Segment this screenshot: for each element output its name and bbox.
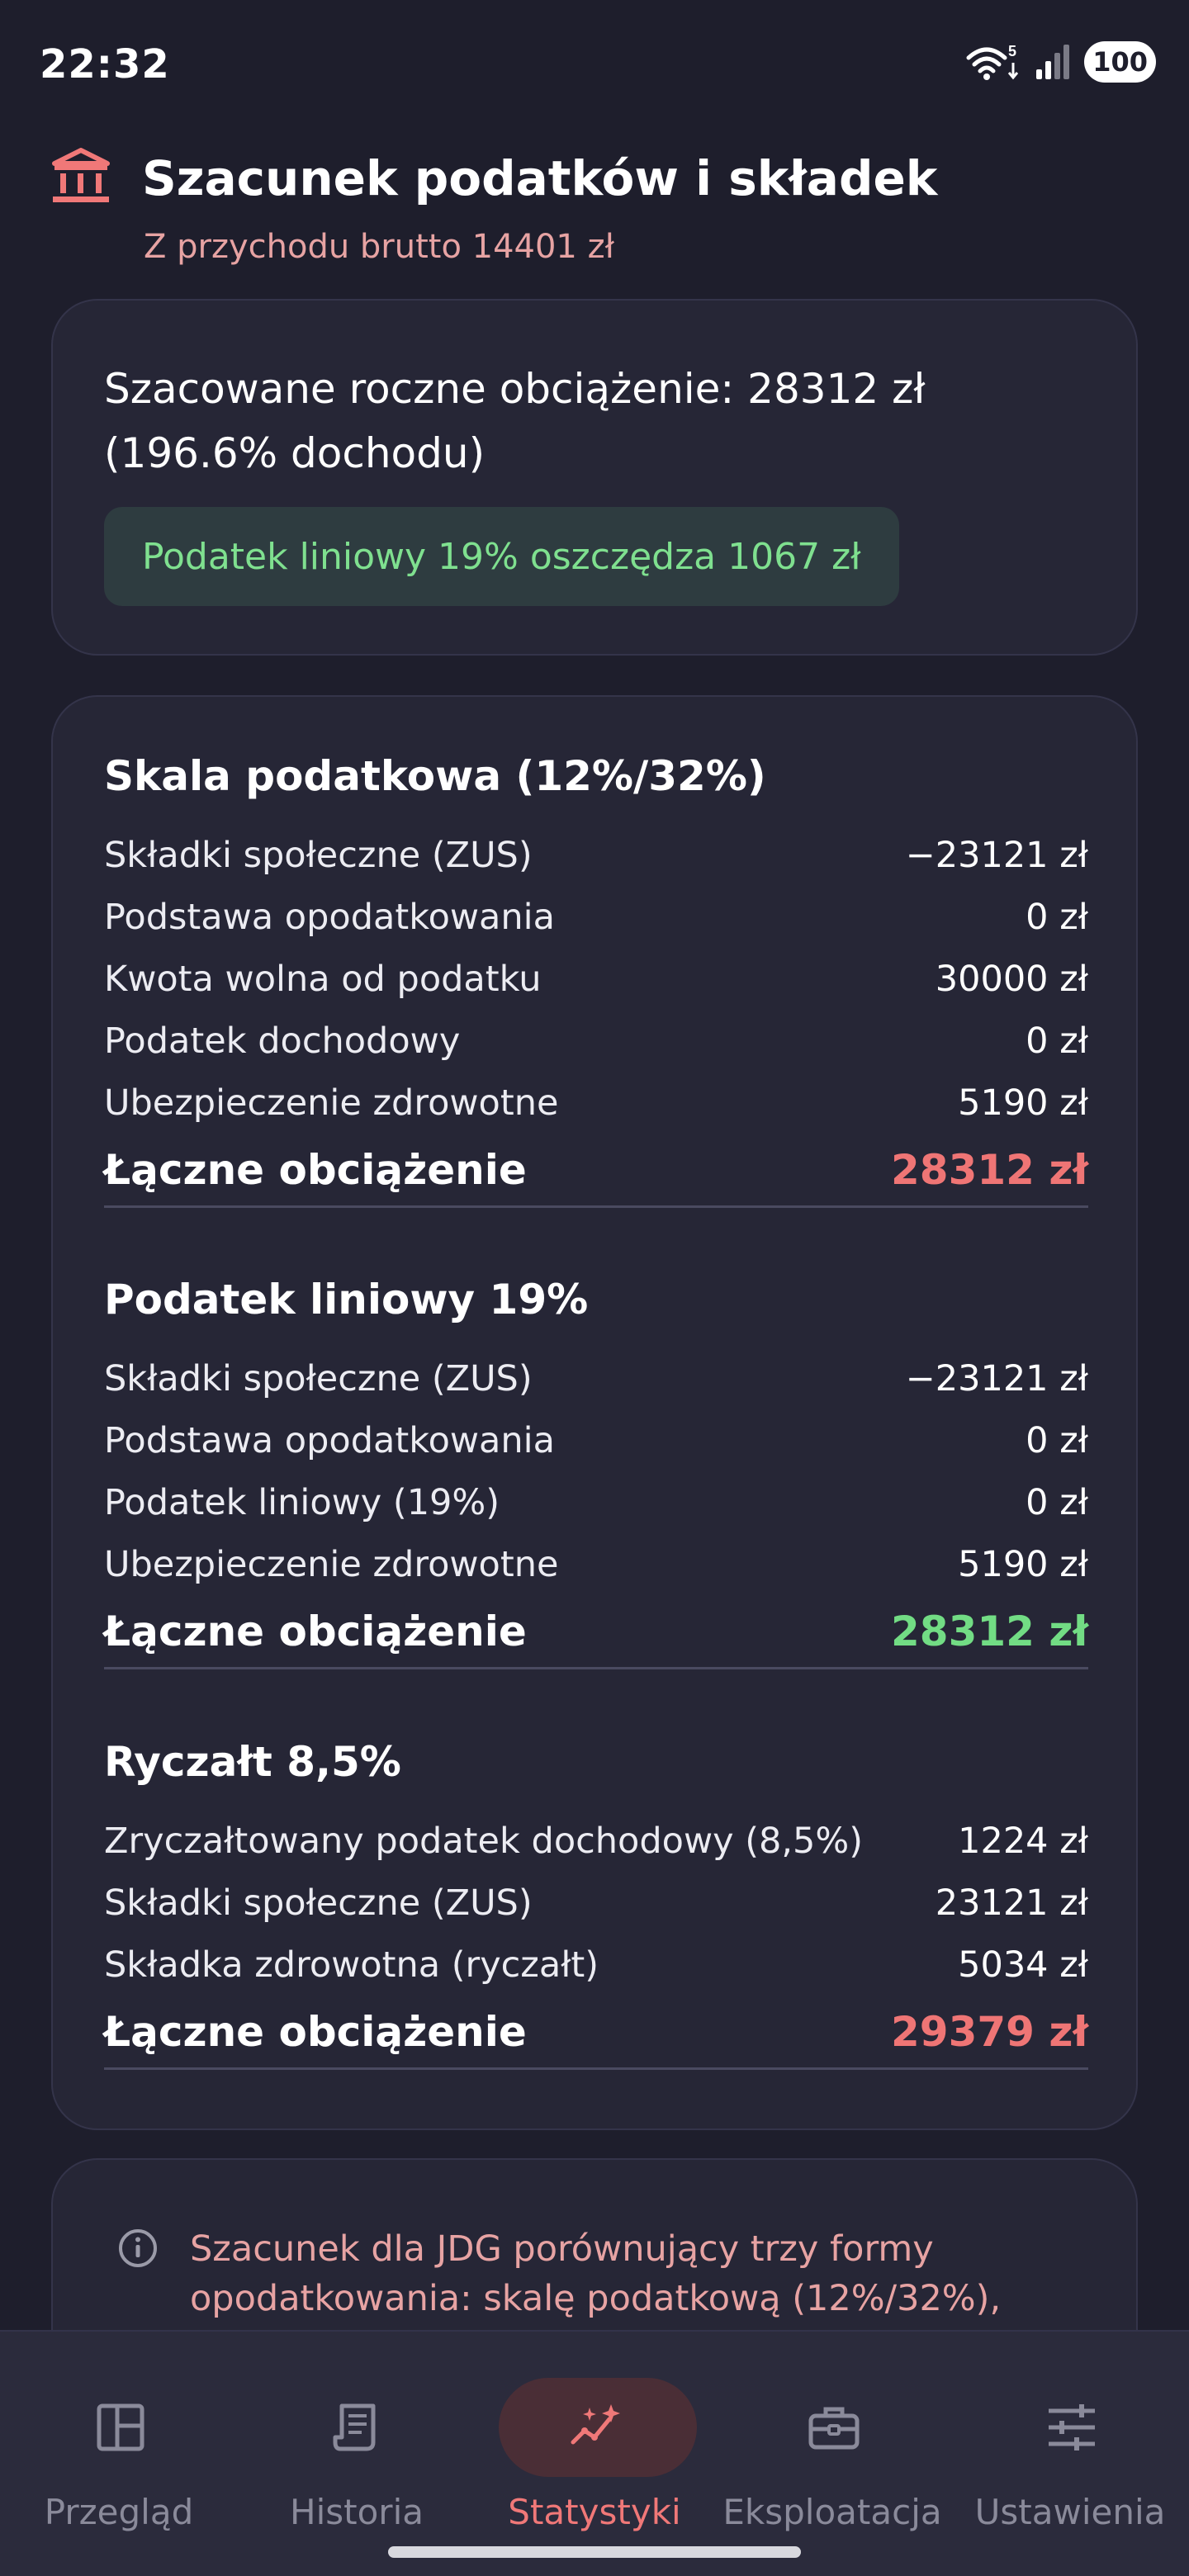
dashboard-icon — [97, 2403, 144, 2451]
row-value: 0 zł — [1026, 1481, 1088, 1523]
total-value: 28312 zł — [890, 1607, 1088, 1655]
nav-item-historia[interactable]: Historia — [238, 2355, 476, 2536]
total-label: Łączne obciążenie — [104, 1607, 527, 1655]
row-value: 0 zł — [1026, 1419, 1088, 1461]
row-value: 23121 zł — [935, 1882, 1088, 1924]
row-label: Podstawa opodatkowania — [104, 896, 555, 938]
row-value: 5190 zł — [958, 1082, 1088, 1124]
sparkle-chart-icon — [571, 2404, 620, 2445]
total-value: 28312 zł — [890, 1145, 1088, 1194]
table-row: Ubezpieczenie zdrowotne 5190 zł — [104, 1533, 1088, 1595]
savings-text: Podatek liniowy 19% oszczędza 1067 zł — [142, 535, 861, 578]
row-label: Podatek liniowy (19%) — [104, 1481, 500, 1523]
table-row: Składki społeczne (ZUS) −23121 zł — [104, 1347, 1088, 1409]
total-row: Łączne obciążenie 29379 zł — [104, 1996, 1088, 2070]
table-row: Kwota wolna od podatku 30000 zł — [104, 948, 1088, 1010]
total-row: Łączne obciążenie 28312 zł — [104, 1595, 1088, 1669]
nav-label: Ustawienia — [974, 2492, 1166, 2532]
table-row: Podatek liniowy (19%) 0 zł — [104, 1471, 1088, 1533]
annual-burden-text: Szacowane roczne obciążenie: 28312 zł (1… — [104, 365, 926, 477]
section-tax-scale: Skala podatkowa (12%/32%) Składki społec… — [104, 735, 1088, 1208]
section-flat-tax: Podatek liniowy 19% Składki społeczne (Z… — [104, 1258, 1088, 1669]
row-value: 1224 zł — [958, 1820, 1088, 1862]
app-screen: 22:32 5 100 Szacunek podatków i składek … — [0, 0, 1189, 2576]
row-value: 30000 zł — [935, 958, 1088, 1000]
page-subtitle: Z przychodu brutto 14401 zł — [144, 228, 614, 266]
status-time: 22:32 — [40, 41, 170, 88]
section-title: Ryczałt 8,5% — [104, 1738, 401, 1786]
total-value: 29379 zł — [890, 2007, 1088, 2056]
row-label: Podstawa opodatkowania — [104, 1419, 555, 1461]
home-indicator[interactable] — [388, 2546, 801, 2558]
row-label: Ubezpieczenie zdrowotne — [104, 1082, 559, 1124]
table-row: Podstawa opodatkowania 0 zł — [104, 1409, 1088, 1471]
sliders-icon — [1049, 2404, 1095, 2451]
row-label: Składki społeczne (ZUS) — [104, 1357, 533, 1399]
nav-item-ustawienia[interactable]: Ustawienia — [951, 2355, 1189, 2536]
row-label: Kwota wolna od podatku — [104, 958, 542, 1000]
table-row: Składka zdrowotna (ryczałt) 5034 zł — [104, 1934, 1088, 1996]
nav-item-przeglad[interactable]: Przegląd — [0, 2355, 238, 2536]
row-value: 0 zł — [1026, 896, 1088, 938]
page-title: Szacunek podatków i składek — [142, 150, 938, 206]
section-lump-sum: Ryczałt 8,5% Zryczałtowany podatek docho… — [104, 1721, 1088, 2070]
row-value: −23121 zł — [905, 1357, 1088, 1399]
row-label: Podatek dochodowy — [104, 1020, 461, 1062]
battery-indicator: 100 — [1084, 41, 1156, 83]
table-row: Podatek dochodowy 0 zł — [104, 1010, 1088, 1072]
row-value: 0 zł — [1026, 1020, 1088, 1062]
section-title: Podatek liniowy 19% — [104, 1276, 589, 1324]
row-value: 5034 zł — [958, 1944, 1088, 1986]
nav-item-statystyki[interactable]: Statystyki — [476, 2355, 713, 2536]
total-row: Łączne obciążenie 28312 zł — [104, 1134, 1088, 1208]
status-icons: 5 100 — [964, 41, 1156, 83]
table-row: Zryczałtowany podatek dochodowy (8,5%) 1… — [104, 1810, 1088, 1872]
nav-item-eksploatacja[interactable]: Eksploatacja — [713, 2355, 951, 2536]
table-row: Składki społeczne (ZUS) −23121 zł — [104, 824, 1088, 886]
row-label: Składki społeczne (ZUS) — [104, 834, 533, 876]
nav-label: Historia — [290, 2492, 424, 2532]
receipt-icon — [333, 2403, 376, 2451]
total-label: Łączne obciążenie — [104, 1145, 527, 1194]
table-row: Składki społeczne (ZUS) 23121 zł — [104, 1872, 1088, 1934]
savings-badge: Podatek liniowy 19% oszczędza 1067 zł — [104, 507, 899, 606]
nav-label: Przegląd — [44, 2492, 194, 2532]
row-value: −23121 zł — [905, 834, 1088, 876]
nav-label: Statystyki — [508, 2492, 681, 2532]
summary-card: Szacowane roczne obciążenie: 28312 zł (1… — [51, 299, 1138, 656]
row-label: Składki społeczne (ZUS) — [104, 1882, 533, 1924]
total-label: Łączne obciążenie — [104, 2007, 527, 2056]
nav-label: Eksploatacja — [722, 2492, 942, 2532]
info-text: Szacunek dla JDG porównujący trzy formy … — [190, 2228, 1002, 2319]
info-icon — [119, 2229, 157, 2267]
wifi-icon: 5 — [966, 43, 1019, 80]
signal-icon — [1036, 45, 1070, 79]
section-title: Skala podatkowa (12%/32%) — [104, 752, 766, 800]
row-label: Składka zdrowotna (ryczałt) — [104, 1944, 599, 1986]
row-label: Ubezpieczenie zdrowotne — [104, 1543, 559, 1585]
bottom-navigation: Przegląd Historia Statystyki Eksploatacj… — [0, 2330, 1189, 2576]
row-value: 5190 zł — [958, 1543, 1088, 1585]
toolbox-icon — [808, 2407, 860, 2450]
table-row: Ubezpieczenie zdrowotne 5190 zł — [104, 1072, 1088, 1134]
table-row: Podstawa opodatkowania 0 zł — [104, 886, 1088, 948]
tax-comparison-card: Skala podatkowa (12%/32%) Składki społec… — [51, 695, 1138, 2130]
row-label: Zryczałtowany podatek dochodowy (8,5%) — [104, 1820, 864, 1862]
wifi-badge: 5 — [1008, 43, 1016, 59]
status-bar: 22:32 5 100 — [0, 0, 1189, 132]
bank-icon — [52, 148, 110, 202]
